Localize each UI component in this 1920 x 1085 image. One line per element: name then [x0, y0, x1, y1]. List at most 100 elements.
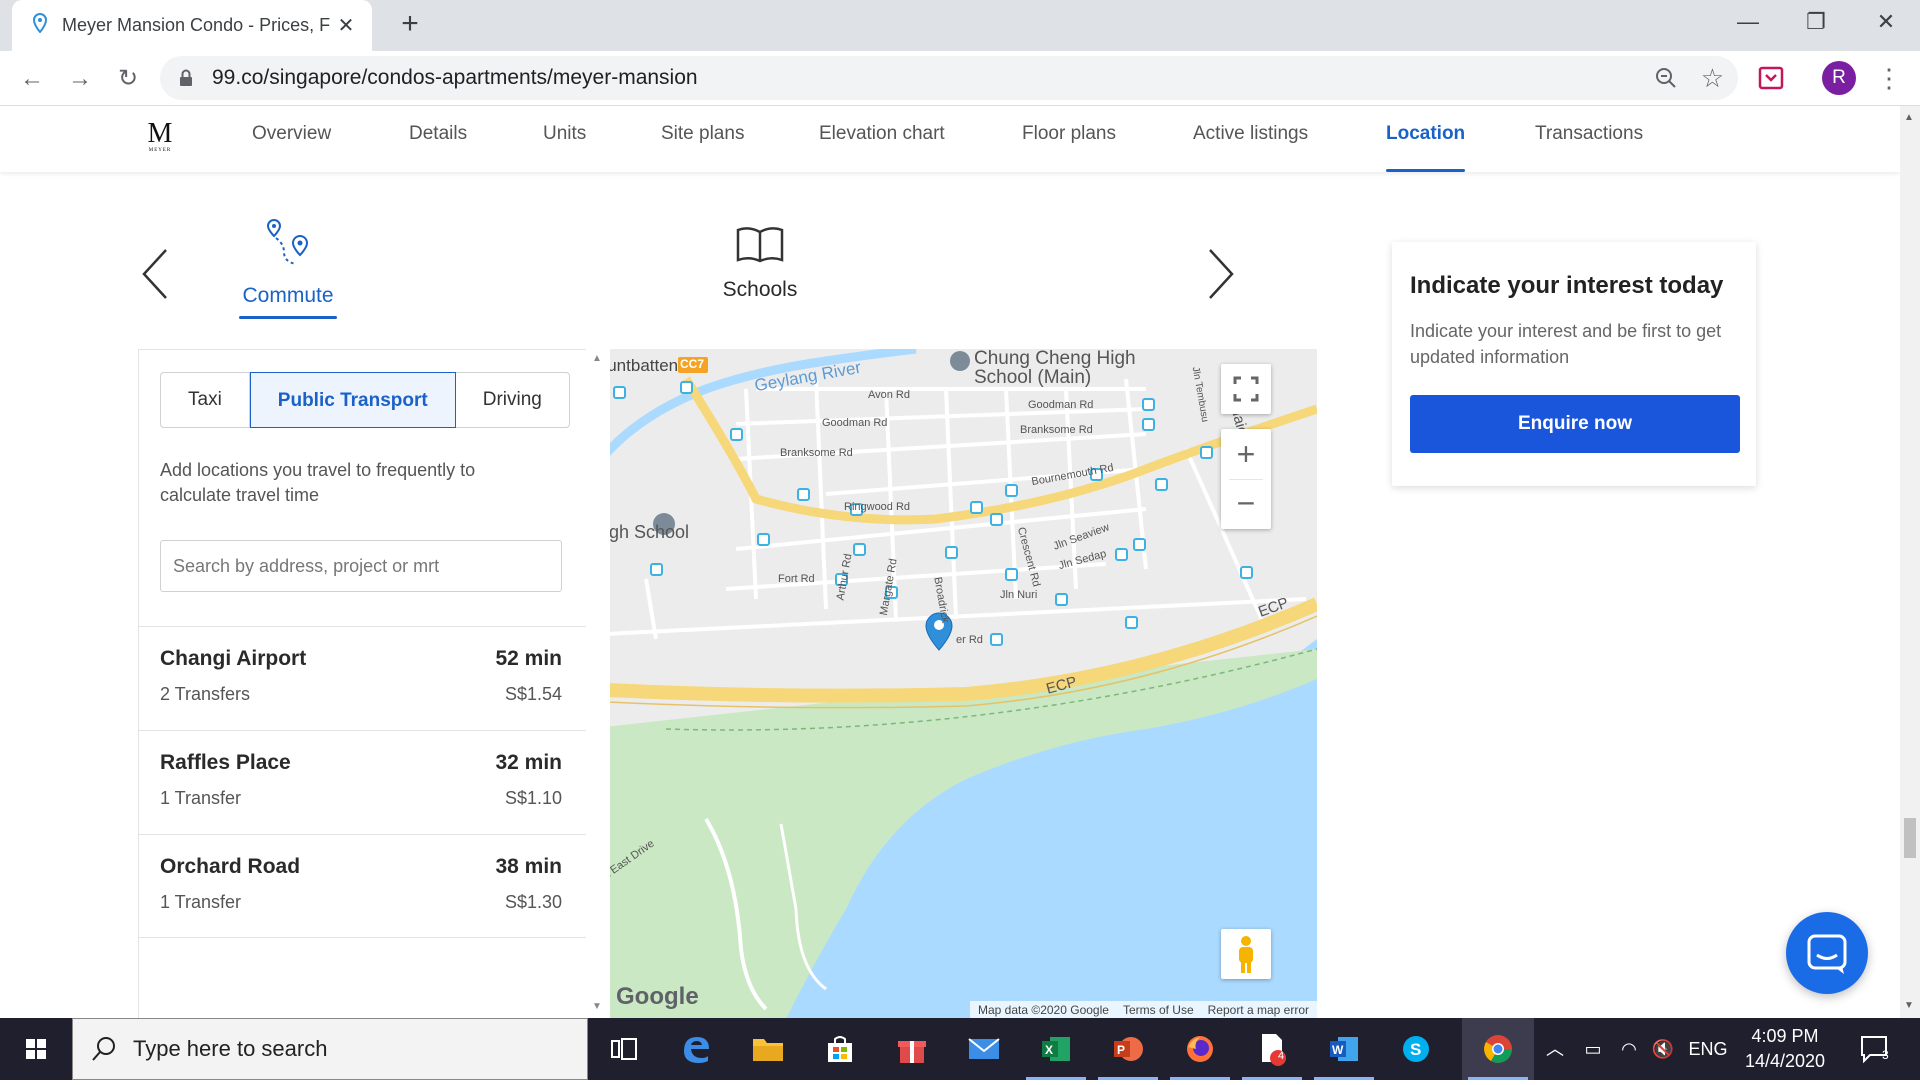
carousel-prev-arrow[interactable] [136, 244, 176, 304]
section-nav: M MEYER Overview Details Units Site plan… [0, 106, 1900, 172]
scroll-up-icon[interactable]: ▲ [592, 353, 602, 364]
word-icon[interactable]: W [1308, 1018, 1380, 1080]
taskbar-search-placeholder: Type here to search [133, 1036, 328, 1061]
logo-letter: M [147, 118, 173, 149]
project-logo[interactable]: M MEYER [142, 120, 178, 156]
destination-row[interactable]: Raffles Place 1 Transfer 32 min S$1.10 [139, 730, 586, 834]
destination-fare: S$1.10 [504, 788, 562, 808]
mail-icon[interactable] [948, 1018, 1020, 1080]
zoom-in-button[interactable]: + [1221, 429, 1271, 479]
svg-text:W: W [1332, 1043, 1344, 1057]
destination-time: 38 min [495, 855, 562, 878]
scroll-up-icon[interactable]: ▲ [1904, 112, 1914, 123]
interest-title: Indicate your interest today [1410, 272, 1724, 299]
location-search-input[interactable] [160, 540, 562, 592]
firefox-icon[interactable] [1164, 1018, 1236, 1080]
zoom-out-button[interactable]: − [1221, 480, 1271, 529]
bookmark-star-icon[interactable]: ☆ [1701, 63, 1724, 94]
gift-app-icon[interactable] [876, 1018, 948, 1080]
map-attribution: Map data ©2020 Google [978, 1003, 1109, 1017]
chat-button[interactable] [1786, 912, 1868, 994]
back-button[interactable]: ← [12, 59, 52, 99]
mode-taxi-tab[interactable]: Taxi [161, 373, 250, 427]
task-view-icon[interactable] [588, 1018, 660, 1080]
destination-row[interactable]: Orchard Road 1 Transfer 38 min S$1.30 [139, 834, 586, 938]
nav-units[interactable]: Units [543, 106, 586, 172]
destination-row[interactable]: Changi Airport 2 Transfers 52 min S$1.54 [139, 626, 586, 730]
edge-browser-icon[interactable] [660, 1018, 732, 1080]
svg-text:P: P [1117, 1043, 1125, 1057]
battery-icon[interactable]: ▭ [1576, 1018, 1610, 1080]
clock-time: 4:09 PM [1751, 1026, 1819, 1046]
commute-route-icon [262, 218, 314, 275]
location-pin-icon [32, 12, 48, 38]
browser-toolbar: ← → ↻ 99.co/singapore/condos-apartments/… [0, 51, 1920, 106]
profile-avatar[interactable]: R [1822, 61, 1856, 95]
taskbar-clock[interactable]: 4:09 PM 14/4/2020 [1720, 1024, 1850, 1074]
minimize-button[interactable]: — [1714, 0, 1782, 44]
reload-button[interactable]: ↻ [108, 59, 148, 99]
nav-active-listings[interactable]: Active listings [1193, 106, 1308, 172]
commute-panel: Taxi Public Transport Driving Add locati… [138, 349, 586, 1018]
scroll-down-icon[interactable]: ▼ [1904, 1000, 1914, 1011]
tray-overflow-icon[interactable]: ︿ [1538, 1018, 1572, 1080]
restore-button[interactable]: ❐ [1782, 0, 1850, 44]
nav-floor-plans[interactable]: Floor plans [1022, 106, 1116, 172]
nav-location[interactable]: Location [1386, 106, 1466, 172]
nav-transactions[interactable]: Transactions [1535, 106, 1643, 172]
location-map[interactable]: lountbatten CC7 Geylang River Chung Chen… [586, 349, 1317, 1018]
map-scroll-rail[interactable]: ▲ ▼ [586, 349, 610, 1018]
map-fullscreen-button[interactable] [1221, 364, 1271, 414]
clock-date: 14/4/2020 [1744, 1051, 1826, 1071]
map-footer: Map data ©2020 Google Terms of Use Repor… [970, 1001, 1317, 1018]
mode-driving-tab[interactable]: Driving [456, 373, 569, 427]
extension-icon[interactable] [1756, 63, 1786, 98]
excel-icon[interactable]: X [1020, 1018, 1092, 1080]
close-tab-icon[interactable]: ✕ [334, 13, 358, 38]
category-schools[interactable]: Schools [700, 224, 820, 302]
new-tab-button[interactable]: + [392, 6, 428, 42]
nav-elevation-chart[interactable]: Elevation chart [819, 106, 945, 172]
map-zoom-control: + − [1221, 429, 1271, 529]
pdf-reader-icon[interactable]: 4 [1236, 1018, 1308, 1080]
page-scrollbar[interactable]: ▲ ▼ [1900, 106, 1920, 1018]
wifi-icon[interactable]: ◠ [1612, 1018, 1646, 1080]
browser-tab[interactable]: Meyer Mansion Condo - Prices, F ✕ [12, 0, 372, 51]
map-label: Goodman Rd [822, 417, 888, 429]
browser-menu-icon[interactable]: ⋮ [1876, 61, 1902, 95]
svg-text:X: X [1045, 1043, 1053, 1057]
powerpoint-icon[interactable]: P [1092, 1018, 1164, 1080]
scrollbar-thumb[interactable] [1904, 818, 1916, 858]
terms-of-use-link[interactable]: Terms of Use [1123, 1001, 1194, 1018]
book-icon [735, 227, 785, 269]
skype-icon[interactable]: S [1380, 1018, 1452, 1080]
volume-muted-icon[interactable]: 🔇 [1646, 1018, 1680, 1080]
store-icon[interactable] [804, 1018, 876, 1080]
nav-details[interactable]: Details [409, 106, 467, 172]
file-explorer-icon[interactable] [732, 1018, 804, 1080]
address-bar[interactable]: 99.co/singapore/condos-apartments/meyer-… [160, 56, 1738, 100]
web-page: M MEYER Overview Details Units Site plan… [0, 106, 1900, 1018]
windows-taskbar: Type here to search X P 4 W S ︿ ▭ ◠ 🔇 EN… [0, 1018, 1920, 1080]
nav-overview[interactable]: Overview [252, 106, 331, 172]
map-label: Branksome Rd [780, 447, 853, 459]
zoom-icon[interactable] [1654, 66, 1678, 95]
category-commute[interactable]: Commute [238, 218, 338, 319]
enquire-now-button[interactable]: Enquire now [1410, 395, 1740, 453]
nav-site-plans[interactable]: Site plans [661, 106, 744, 172]
close-window-button[interactable]: ✕ [1852, 0, 1920, 44]
destination-name: Changi Airport [160, 647, 307, 670]
carousel-next-arrow[interactable] [1200, 244, 1240, 304]
start-button[interactable] [0, 1018, 72, 1080]
report-map-error-link[interactable]: Report a map error [1208, 1001, 1309, 1018]
street-view-pegman-icon[interactable] [1221, 929, 1271, 979]
destination-transfers: 2 Transfers [160, 684, 251, 704]
scroll-down-icon[interactable]: ▼ [592, 1001, 602, 1012]
forward-button[interactable]: → [60, 59, 100, 99]
notification-center-icon[interactable]: 3 [1840, 1018, 1910, 1080]
destination-fare: S$1.54 [504, 684, 562, 704]
mode-public-transport-tab[interactable]: Public Transport [249, 372, 456, 428]
chrome-icon[interactable] [1462, 1018, 1534, 1080]
taskbar-search-box[interactable]: Type here to search [72, 1018, 588, 1080]
pdf-badge: 4 [1278, 1050, 1285, 1062]
